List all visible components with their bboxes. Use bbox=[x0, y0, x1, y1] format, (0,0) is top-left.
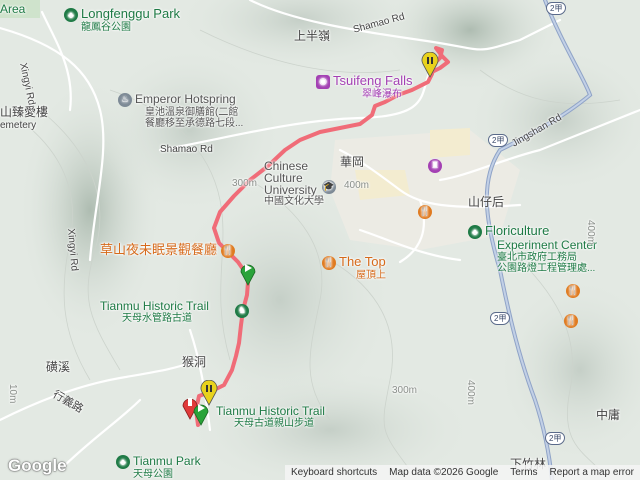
elevation-label: 300m bbox=[232, 178, 258, 189]
restaurant-icon: 🍴 bbox=[564, 313, 581, 328]
restaurant-icon: 🍴 bbox=[322, 255, 336, 270]
highway-shield: 2甲 bbox=[490, 312, 511, 325]
keyboard-shortcuts-link[interactable]: Keyboard shortcuts bbox=[291, 467, 377, 478]
elevation-label: 400m bbox=[465, 380, 476, 406]
poi-emperor-hotspring[interactable]: ♨ Emperor Hotspring 皇池溫泉御膳館(二館 餐廳移至承德路七段.… bbox=[118, 92, 243, 129]
poi-tianmu-trail-2[interactable]: Tianmu Historic Trail 天母古道親山步道 bbox=[216, 404, 325, 429]
yellow-waypoint-marker[interactable] bbox=[421, 52, 439, 78]
town-houdong: 猴洞 bbox=[182, 355, 207, 369]
map-footer: Keyboard shortcuts Map data ©2026 Google… bbox=[285, 465, 640, 480]
park-icon: ♣ bbox=[64, 7, 78, 22]
town-huagang: 華岡 bbox=[340, 155, 365, 169]
map-canvas[interactable]: Area ♣ Longfenggu Park 龍鳳谷公園 Xingyi Rd 山臻… bbox=[0, 0, 640, 480]
elevation-label: 400m bbox=[344, 180, 370, 191]
park-icon: ♣ bbox=[116, 454, 130, 469]
town-qixi: 磺溪 bbox=[46, 360, 71, 374]
town-zhongyong: 中庸 bbox=[596, 408, 621, 422]
road-shamao-mid: Shamao Rd bbox=[160, 144, 213, 155]
hotspring-icon: ♨ bbox=[118, 92, 132, 107]
restaurant-icon: 🍴 bbox=[221, 243, 236, 258]
report-error-link[interactable]: Report a map error bbox=[550, 467, 634, 478]
poi-floriculture-center[interactable]: ♣ Floriculture Experiment Center 臺北市政府工務局… bbox=[468, 223, 597, 274]
highway-shield: 2甲 bbox=[545, 432, 566, 445]
town-shangbanling: 上半嶺 bbox=[294, 29, 331, 43]
park-icon: ♣ bbox=[468, 224, 482, 239]
poi-tianmu-park[interactable]: ♣ Tianmu Park 天母公園 bbox=[116, 454, 201, 480]
area-label: Area bbox=[0, 2, 26, 16]
hiker-icon: ♞ bbox=[235, 302, 252, 320]
poi-tsuifeng-falls[interactable]: ◉ Tsuifeng Falls 翠峰瀑布 bbox=[316, 73, 412, 100]
google-logo: Google bbox=[8, 456, 67, 475]
green-waypoint-marker[interactable] bbox=[240, 260, 256, 286]
restaurant-icon: 🍴 bbox=[566, 283, 583, 298]
elevation-label: 400m bbox=[585, 220, 596, 246]
restaurant-icon: 🍴 bbox=[418, 203, 435, 221]
poi-culture-university[interactable]: Chinese Culture University 中國文化大學 bbox=[264, 160, 324, 207]
elevation-label: 10m bbox=[7, 384, 18, 404]
town-shanzihou: 山仔后 bbox=[468, 195, 505, 209]
elevation-label: 300m bbox=[392, 385, 418, 396]
terms-link[interactable]: Terms bbox=[510, 467, 537, 478]
map-data-attribution: Map data ©2026 Google bbox=[389, 467, 499, 478]
highway-shield: 2甲 bbox=[488, 134, 509, 147]
poi-the-top[interactable]: 🍴 The Top 屋頂上 bbox=[322, 254, 386, 281]
poi-night-view-restaurant[interactable]: 草山夜未眠景觀餐廳 🍴 bbox=[100, 239, 238, 258]
poi-longfenggu-park[interactable]: ♣ Longfenggu Park 龍鳳谷公園 bbox=[64, 6, 180, 33]
school-icon: 🎓 bbox=[322, 178, 339, 196]
cemetery-label: 山臻愛樓 emetery bbox=[0, 105, 49, 131]
castle-icon: ♜ bbox=[428, 157, 445, 175]
poi-tianmu-trail-1[interactable]: Tianmu Historic Trail 天母水管路古道 bbox=[100, 299, 209, 324]
camera-icon: ◉ bbox=[316, 74, 330, 89]
highway-shield: 2甲 bbox=[546, 2, 567, 15]
green-start-marker[interactable] bbox=[193, 400, 209, 426]
